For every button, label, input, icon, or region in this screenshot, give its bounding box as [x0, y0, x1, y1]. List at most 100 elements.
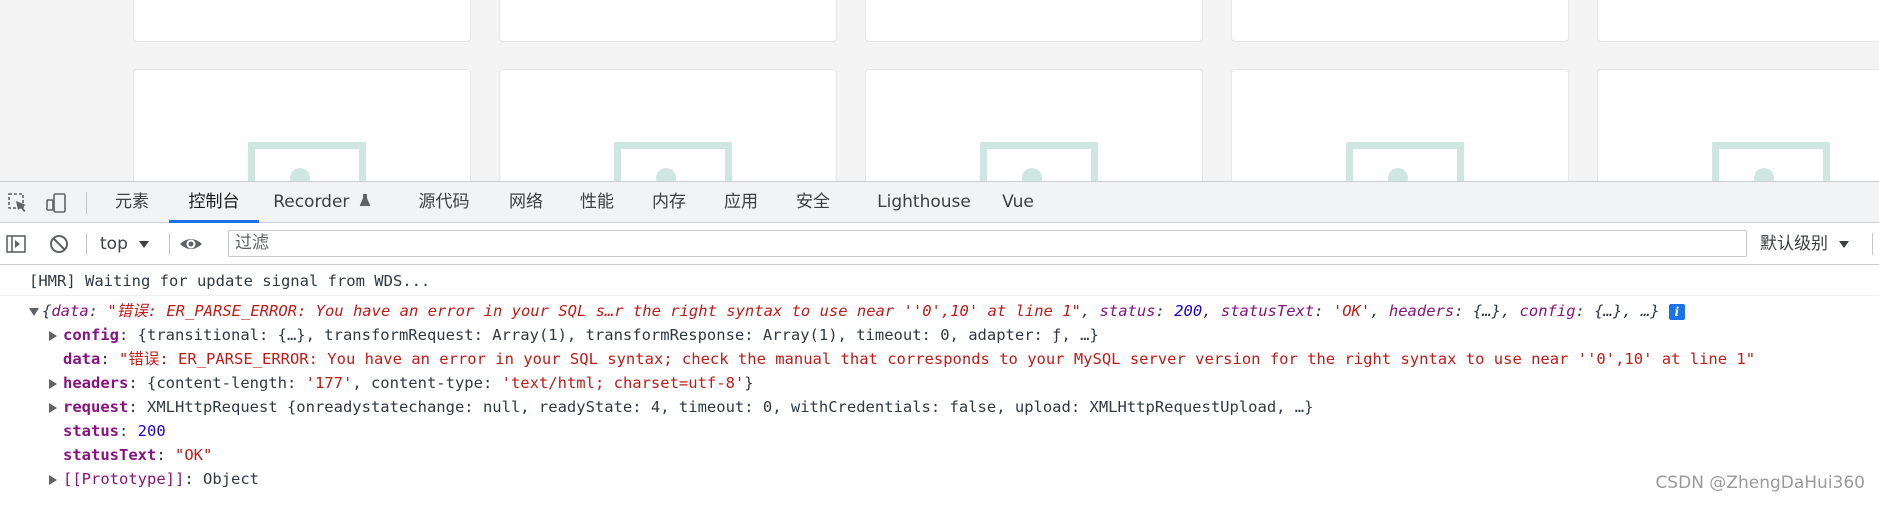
- summary-data-value: "错误: ER_PARSE_ERROR: You have an error i…: [107, 302, 1081, 320]
- summary-key: headers: [1388, 302, 1455, 320]
- summary-tail: , …}: [1622, 302, 1660, 320]
- colon: :: [100, 350, 119, 368]
- colon: :: [128, 374, 147, 392]
- summary-key: statusText: [1220, 302, 1315, 320]
- colon: :: [88, 302, 108, 320]
- device-toolbar-icon[interactable]: [45, 192, 67, 214]
- property-value: "错误: ER_PARSE_ERROR: You have an error i…: [119, 350, 1756, 368]
- card[interactable]: [865, 69, 1203, 181]
- tab-memory[interactable]: 内存: [643, 182, 695, 223]
- card[interactable]: [499, 0, 837, 42]
- eye-icon[interactable]: [178, 233, 204, 255]
- filter-input[interactable]: 过滤: [228, 230, 1747, 257]
- property-key: headers: [63, 374, 129, 392]
- devtools-tabbar: 元素 控制台 Recorder 源代码 网络 性能 内存 应用 安全 Light…: [0, 181, 1879, 223]
- colon: :: [1155, 302, 1175, 320]
- flask-icon: [359, 182, 371, 222]
- summary-key: config: [1519, 302, 1576, 320]
- app-page-area: [0, 0, 1879, 181]
- context-selector-label: top: [100, 234, 128, 254]
- card[interactable]: [133, 0, 471, 42]
- property-row-request[interactable]: request: XMLHttpRequest {onreadystatecha…: [49, 396, 1313, 418]
- card[interactable]: [1597, 69, 1879, 181]
- tab-network[interactable]: 网络: [500, 182, 552, 223]
- card[interactable]: [865, 0, 1203, 42]
- expand-triangle-icon[interactable]: [49, 474, 57, 485]
- brace: {: [42, 302, 52, 320]
- card[interactable]: [1231, 0, 1569, 42]
- object-summary-row[interactable]: {data: "错误: ER_PARSE_ERROR: You have an …: [29, 300, 1685, 322]
- property-key: data: [63, 350, 101, 368]
- image-placeholder-dot: [656, 168, 676, 181]
- summary-statustext-value: 'OK': [1332, 302, 1371, 320]
- expand-triangle-icon[interactable]: [29, 307, 39, 316]
- watermark: CSDN @ZhengDaHui360: [1655, 473, 1865, 493]
- property-value: , content-type:: [352, 374, 502, 392]
- image-placeholder-dot: [290, 168, 310, 181]
- card[interactable]: [1597, 0, 1879, 42]
- log-levels-dropdown[interactable]: 默认级别: [1760, 223, 1850, 265]
- image-placeholder-dot: [1022, 168, 1042, 181]
- console-divider: [0, 295, 1879, 296]
- toolbar-divider: [1872, 233, 1873, 255]
- property-row-prototype[interactable]: [[Prototype]]: Object: [49, 468, 259, 490]
- property-row-data: data: "错误: ER_PARSE_ERROR: You have an e…: [63, 348, 1755, 370]
- summary-headers-value: {…}: [1472, 302, 1501, 320]
- summary-key: data: [51, 302, 89, 320]
- property-row-statustext: statusText: "OK": [63, 444, 212, 466]
- dropdown-arrow-icon: [139, 240, 150, 248]
- tab-performance[interactable]: 性能: [571, 182, 623, 223]
- image-placeholder-dot: [1754, 168, 1774, 181]
- summary-key: status: [1099, 302, 1156, 320]
- info-icon[interactable]: i: [1668, 303, 1685, 320]
- colon: :: [184, 470, 203, 488]
- property-key: status: [63, 422, 119, 440]
- property-row-config[interactable]: config: {transitional: {…}, transformReq…: [49, 324, 1099, 346]
- summary-status-value: 200: [1174, 302, 1203, 320]
- property-key: [[Prototype]]: [63, 470, 185, 488]
- colon: :: [1454, 302, 1473, 320]
- toolbar-divider: [86, 192, 87, 214]
- card[interactable]: [499, 69, 837, 181]
- tab-recorder[interactable]: Recorder: [268, 182, 376, 223]
- comma: ,: [1202, 302, 1221, 320]
- tab-application[interactable]: 应用: [715, 182, 767, 223]
- tab-lighthouse[interactable]: Lighthouse: [872, 182, 976, 223]
- property-row-status: status: 200: [63, 420, 166, 442]
- comma: ,: [1500, 302, 1520, 320]
- property-value: XMLHttpRequest {onreadystatechange: null…: [147, 398, 1314, 416]
- expand-triangle-icon[interactable]: [49, 378, 57, 389]
- tab-vue[interactable]: Vue: [995, 182, 1041, 223]
- image-placeholder-dot: [1388, 168, 1408, 181]
- expand-triangle-icon[interactable]: [49, 330, 57, 341]
- property-key: statusText: [63, 446, 157, 464]
- console-toolbar: top 过滤 默认级别: [0, 223, 1879, 265]
- colon: :: [128, 398, 147, 416]
- colon: :: [119, 326, 138, 344]
- content-length-value: '177': [305, 374, 353, 392]
- toolbar-divider: [86, 233, 87, 255]
- dropdown-arrow-icon: [1839, 240, 1850, 248]
- colon: :: [1575, 302, 1595, 320]
- card[interactable]: [1231, 69, 1569, 181]
- context-selector[interactable]: top: [100, 223, 150, 265]
- comma: ,: [1080, 302, 1100, 320]
- colon: :: [1314, 302, 1333, 320]
- toolbar-divider: [169, 233, 170, 255]
- card[interactable]: [133, 69, 471, 181]
- console-message-hmr: [HMR] Waiting for update signal from WDS…: [29, 272, 431, 290]
- inspect-element-icon[interactable]: [7, 192, 29, 214]
- tab-sources[interactable]: 源代码: [404, 182, 484, 223]
- property-row-headers[interactable]: headers: {content-length: '177', content…: [49, 372, 754, 394]
- property-key: config: [63, 326, 119, 344]
- expand-triangle-icon[interactable]: [49, 402, 57, 413]
- tab-elements[interactable]: 元素: [100, 182, 164, 223]
- tab-security[interactable]: 安全: [787, 182, 839, 223]
- tab-console[interactable]: 控制台: [169, 182, 259, 223]
- colon: :: [156, 446, 175, 464]
- clear-console-icon[interactable]: [48, 233, 70, 255]
- property-value: 200: [137, 422, 166, 440]
- sidebar-toggle-icon[interactable]: [5, 233, 27, 255]
- console-output: [HMR] Waiting for update signal from WDS…: [0, 265, 1879, 505]
- property-value: {content-length:: [147, 374, 306, 392]
